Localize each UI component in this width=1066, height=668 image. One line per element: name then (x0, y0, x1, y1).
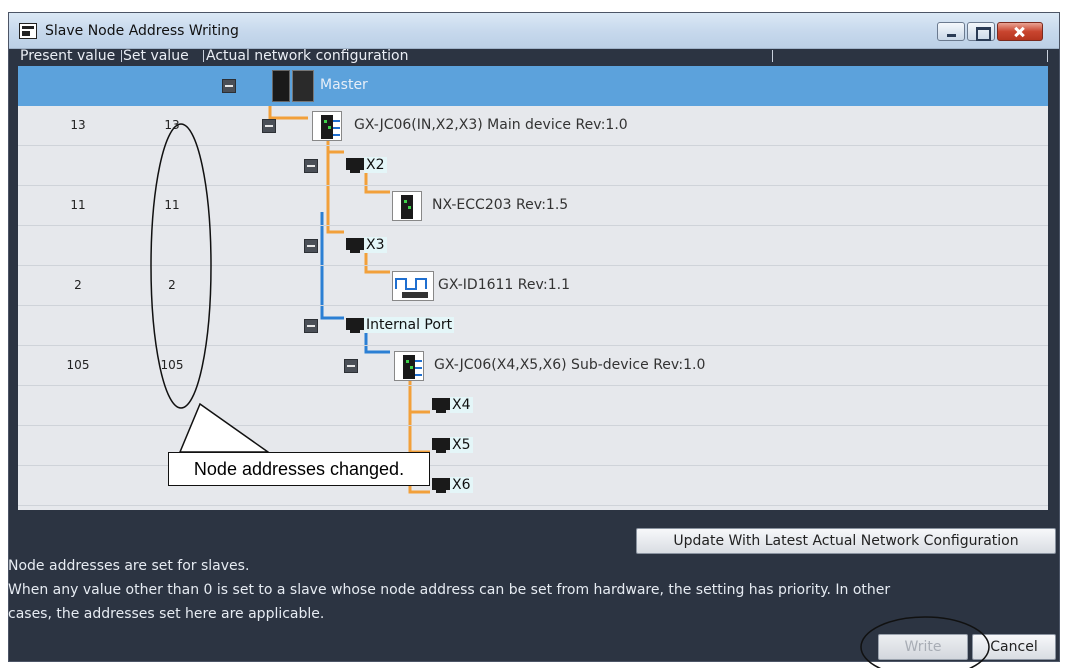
collapse-icon[interactable] (304, 239, 318, 253)
tree-row-device[interactable]: 13 13 GX-JC06(IN,X2,X3) Main device Rev:… (18, 106, 1048, 146)
info-text-line-1: Node addresses are set for slaves. (8, 558, 250, 574)
master-controller-icon (272, 70, 316, 102)
port-label: X6 (450, 477, 473, 493)
collapse-icon[interactable] (304, 159, 318, 173)
junction-slave-icon (312, 111, 342, 141)
port-label: X2 (364, 157, 387, 173)
column-divider[interactable] (203, 50, 204, 62)
tree-row-port[interactable]: X4 (18, 386, 1048, 426)
update-configuration-button[interactable]: Update With Latest Actual Network Config… (636, 528, 1056, 554)
port-icon (346, 238, 364, 253)
present-value: 105 (66, 358, 90, 372)
tree-row-master[interactable]: Master (18, 66, 1048, 106)
callout-label: Node addresses changed. (168, 452, 430, 486)
network-tree-table: Master 13 13 GX-JC06(IN,X2,X3) Main devi… (18, 66, 1048, 510)
set-value[interactable]: 11 (142, 198, 202, 212)
tree-row-port[interactable]: Internal Port (18, 306, 1048, 346)
cancel-button[interactable]: Cancel (972, 634, 1056, 660)
collapse-icon[interactable] (304, 319, 318, 333)
app-icon (19, 23, 37, 39)
col-network-config[interactable]: Actual network configuration (206, 48, 408, 64)
info-text-line-2: When any value other than 0 is set to a … (8, 582, 891, 598)
tree-row-port[interactable]: X3 (18, 226, 1048, 266)
tree-row-device[interactable]: 105 105 GX-JC06(X4,X5,X6) Sub-device Rev… (18, 346, 1048, 386)
node-label: GX-JC06(X4,X5,X6) Sub-device Rev:1.0 (434, 357, 706, 373)
close-button[interactable] (997, 22, 1043, 41)
collapse-icon[interactable] (262, 119, 276, 133)
present-value: 13 (70, 118, 86, 132)
port-icon (346, 318, 364, 333)
title-bar[interactable]: Slave Node Address Writing (9, 13, 1059, 49)
collapse-icon[interactable] (222, 79, 236, 93)
node-label: GX-ID1611 Rev:1.1 (438, 277, 570, 293)
write-button[interactable]: Write (878, 634, 968, 660)
port-label: X5 (450, 437, 473, 453)
window-title: Slave Node Address Writing (45, 23, 239, 39)
tree-row-device[interactable]: 2 2 GX-ID1611 Rev:1.1 (18, 266, 1048, 306)
node-label: Master (320, 77, 368, 93)
collapse-icon[interactable] (344, 359, 358, 373)
col-set-value[interactable]: Set value (123, 48, 189, 64)
coupler-icon (392, 191, 422, 221)
port-icon (432, 438, 450, 453)
node-label: GX-JC06(IN,X2,X3) Main device Rev:1.0 (354, 117, 628, 133)
port-label: X4 (450, 397, 473, 413)
port-label: Internal Port (364, 317, 455, 333)
present-value: 11 (70, 198, 86, 212)
node-label: NX-ECC203 Rev:1.5 (432, 197, 569, 213)
present-value: 2 (74, 278, 82, 292)
junction-slave-icon (394, 351, 424, 381)
port-icon (432, 398, 450, 413)
column-divider[interactable] (1047, 50, 1048, 62)
set-value[interactable]: 105 (142, 358, 202, 372)
column-divider[interactable] (772, 50, 773, 62)
maximize-button[interactable] (967, 22, 995, 41)
tree-row-port[interactable]: X2 (18, 146, 1048, 186)
column-divider[interactable] (121, 50, 122, 62)
minimize-button[interactable] (937, 22, 965, 41)
set-value[interactable]: 2 (142, 278, 202, 292)
digital-input-icon (392, 271, 434, 301)
set-value[interactable]: 13 (142, 118, 202, 132)
tree-row-device[interactable]: 11 11 NX-ECC203 Rev:1.5 (18, 186, 1048, 226)
port-icon (432, 478, 450, 493)
table-header: Present value Set value Actual network c… (18, 46, 1048, 66)
port-icon (346, 158, 364, 173)
col-present-value[interactable]: Present value (20, 48, 115, 64)
info-text-line-3: cases, the addresses set here are applic… (8, 606, 325, 622)
port-label: X3 (364, 237, 387, 253)
